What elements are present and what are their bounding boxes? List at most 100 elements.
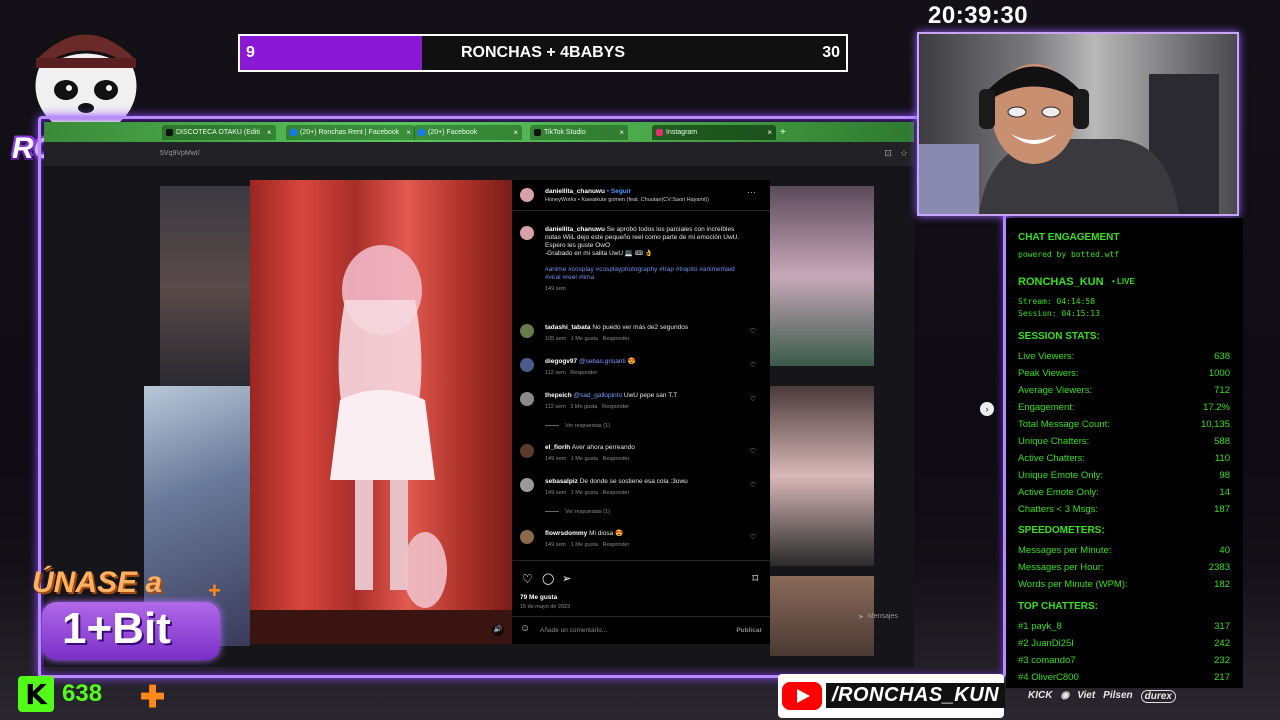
chatter-count: 317 — [1214, 621, 1230, 632]
heart-icon[interactable]: ♡ — [750, 482, 756, 490]
stat-label: Chatters < 3 Msgs: — [1018, 504, 1098, 515]
stat-value: 588 — [1214, 436, 1230, 447]
hashtags[interactable]: #anime #cosplay #cosplayphotography #tra… — [545, 266, 750, 282]
view-replies-button[interactable]: Ver respuestas (1) — [545, 509, 610, 515]
comment-input[interactable]: Añade un comentario... — [540, 627, 607, 634]
url-text[interactable]: 5Vq9VpMwI/ — [160, 150, 200, 157]
stat-row: Active Chatters: 110 — [1018, 453, 1230, 464]
reply-button[interactable]: Responder — [570, 370, 597, 376]
sponsor-durex: durex — [1140, 690, 1176, 703]
comment-likes[interactable]: 1 Me gusta — [571, 456, 598, 462]
plus-icon: ✚ — [140, 681, 166, 714]
publish-button[interactable]: Publicar — [736, 627, 762, 634]
webcam-feed — [917, 32, 1239, 216]
address-bar[interactable]: 5Vq9VpMwI/ ⊡ ☆ — [44, 142, 914, 167]
heart-icon[interactable]: ♡ — [750, 362, 756, 370]
stat-label: Unique Chatters: — [1018, 436, 1090, 447]
tab-facebook-ronchas[interactable]: (20+) Ronchas Rent | Facebook × — [286, 125, 415, 140]
heart-icon[interactable]: ♡ — [750, 534, 756, 542]
stat-row: Live Viewers: 638 — [1018, 351, 1230, 362]
next-post-icon[interactable]: › — [980, 402, 994, 416]
comment-text: Aver ahora perreando — [571, 444, 635, 451]
tab-tiktok-studio[interactable]: TikTok Studio × — [530, 125, 628, 140]
comment-username[interactable]: tadashi_tabata — [545, 324, 591, 331]
view-replies-button[interactable]: Ver respuestas (1) — [545, 423, 610, 429]
share-icon[interactable]: ➢ — [562, 572, 571, 585]
comment-mention[interactable]: @sebas.grisanti — [579, 358, 626, 365]
tab-discoteca[interactable]: DISCOTECA OTAKU (Editi × — [162, 125, 276, 140]
heart-icon[interactable]: ♡ — [750, 328, 756, 336]
avatar[interactable] — [520, 478, 534, 492]
discord-icon: ◉ — [1060, 690, 1070, 701]
close-icon[interactable]: × — [267, 128, 272, 137]
reply-button[interactable]: Responder — [603, 490, 630, 496]
comment-username[interactable]: thepeich — [545, 392, 572, 399]
avatar[interactable] — [520, 324, 534, 338]
badge-line1: ÚNASE a — [32, 566, 163, 599]
more-options-icon[interactable]: ··· — [747, 188, 756, 197]
comment-username[interactable]: sebasalpiz — [545, 478, 578, 485]
chatter-name: #2 JuanDi25l — [1018, 638, 1074, 649]
close-icon[interactable]: × — [513, 128, 518, 137]
emoji-icon[interactable]: ☺ — [520, 623, 530, 634]
comment-icon[interactable]: ◯ — [542, 572, 554, 585]
mute-icon[interactable]: 🔊 — [492, 624, 504, 636]
comment-likes[interactable]: 1 Me gusta — [571, 490, 598, 496]
streamer-figure — [919, 64, 1219, 214]
reply-button[interactable]: Responder — [603, 456, 630, 462]
sponsor-pilsen: Pilsen — [1103, 690, 1133, 701]
comment-likes[interactable]: 1 Me gusta — [571, 336, 598, 342]
tab-facebook[interactable]: (20+) Facebook × — [414, 125, 522, 140]
instagram-icon — [656, 129, 663, 136]
avatar[interactable] — [520, 392, 534, 406]
stat-label: Total Message Count: — [1018, 419, 1110, 430]
like-icon[interactable]: ♡ — [522, 572, 533, 586]
stat-value: 14 — [1219, 487, 1230, 498]
bookmark-star-icon[interactable]: ☆ — [900, 148, 908, 159]
close-icon[interactable]: × — [406, 128, 411, 137]
caption-username[interactable]: daniellita_chanuwu — [545, 226, 605, 233]
avatar[interactable] — [520, 530, 534, 544]
sponsor-viet: Viet — [1077, 690, 1096, 701]
reply-button[interactable]: Responder — [602, 404, 629, 410]
post-image[interactable]: 🔊 — [250, 180, 512, 644]
top-chatters-title: TOP CHATTERS: — [1018, 601, 1099, 612]
post-username[interactable]: daniellita_chanuwu — [545, 188, 605, 195]
messages-button[interactable]: ➤ Mensajes — [858, 613, 898, 621]
avatar[interactable] — [520, 188, 534, 202]
avatar[interactable] — [520, 226, 534, 240]
comment-age: 105 sem — [545, 336, 567, 342]
comment-mention[interactable]: @sad_gallopinto — [574, 392, 623, 399]
comment-username[interactable]: el_fiorih — [545, 444, 570, 451]
stat-label: Unique Emote Only: — [1018, 470, 1104, 481]
stat-value: 110 — [1214, 453, 1230, 464]
heart-icon[interactable]: ♡ — [750, 448, 756, 456]
comment-username[interactable]: diegogv97 — [545, 358, 577, 365]
comment-text: Mi diosa 😍 — [589, 530, 624, 537]
close-icon[interactable]: × — [619, 128, 624, 137]
likes-count[interactable]: 79 Me gusta — [520, 594, 557, 601]
save-icon[interactable]: ⌑ — [752, 572, 758, 585]
stat-label: Messages per Hour: — [1018, 562, 1104, 573]
reply-button[interactable]: Responder — [603, 542, 630, 548]
comment-likes[interactable]: 3 Me gusta — [570, 404, 597, 410]
avatar[interactable] — [520, 358, 534, 372]
comment-username[interactable]: flowrsdommy — [545, 530, 587, 537]
speed-row: Messages per Hour: 2383 — [1018, 562, 1230, 573]
chat-engagement-panel: CHAT ENGAGEMENT powered by botted.wtf RO… — [1006, 218, 1243, 688]
install-icon[interactable]: ⊡ — [884, 148, 892, 159]
close-icon[interactable]: × — [767, 128, 772, 137]
comment-text: No puedo ver más de2 segundos — [592, 324, 689, 331]
comment-text: UwU pepe san T.T — [623, 392, 678, 399]
new-tab-button[interactable]: + — [776, 125, 790, 140]
reply-button[interactable]: Responder — [603, 336, 630, 342]
stat-value: 40 — [1219, 545, 1230, 556]
heart-icon[interactable]: ♡ — [750, 396, 756, 404]
channel-name: RONCHAS_KUN — [1018, 276, 1104, 288]
audio-track[interactable]: HoneyWorks • Kawaikute gomen (feat. Chuu… — [545, 196, 750, 204]
stat-value: 638 — [1214, 351, 1230, 362]
tab-instagram[interactable]: Instagram × — [652, 125, 776, 140]
follow-button[interactable]: Seguir — [611, 188, 631, 195]
comment-likes[interactable]: 1 Me gusta — [571, 542, 598, 548]
avatar[interactable] — [520, 444, 534, 458]
